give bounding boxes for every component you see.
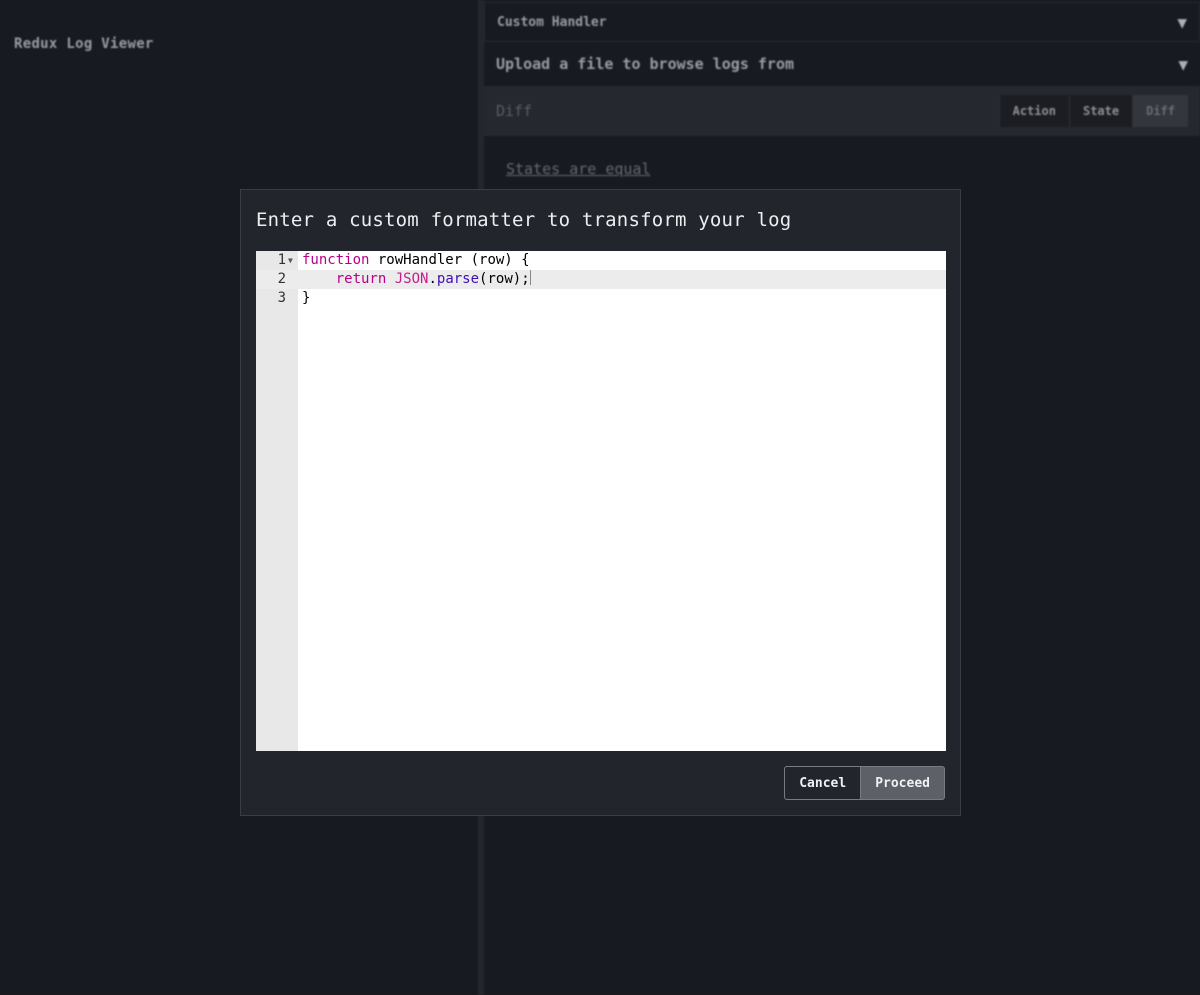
- code-text: return JSON.parse(row);: [335, 270, 531, 287]
- code-text: function rowHandler (row) {: [302, 252, 530, 268]
- code-text: }: [302, 290, 311, 306]
- fold-arrow-icon[interactable]: ▼: [288, 251, 293, 270]
- editor-gutter: [256, 251, 298, 751]
- custom-formatter-dialog: Enter a custom formatter to transform yo…: [240, 189, 961, 816]
- dialog-actions: Cancel Proceed: [784, 766, 945, 800]
- code-line[interactable]: 1 ▼ function rowHandler (row) {: [256, 251, 946, 270]
- cancel-button[interactable]: Cancel: [784, 766, 862, 800]
- dialog-title: Enter a custom formatter to transform yo…: [256, 209, 792, 231]
- code-editor[interactable]: 1 ▼ function rowHandler (row) { 2 return…: [256, 251, 946, 751]
- proceed-button[interactable]: Proceed: [861, 766, 945, 800]
- line-number: 1: [277, 252, 286, 268]
- text-cursor: [529, 270, 531, 285]
- app-root: Redux Log Viewer Custom Handler ▼ Upload…: [0, 0, 1200, 995]
- line-number: 2: [277, 271, 286, 287]
- code-line-active[interactable]: 2 return JSON.parse(row);: [256, 270, 946, 289]
- line-number: 3: [277, 290, 286, 306]
- code-line[interactable]: 3 }: [256, 289, 946, 308]
